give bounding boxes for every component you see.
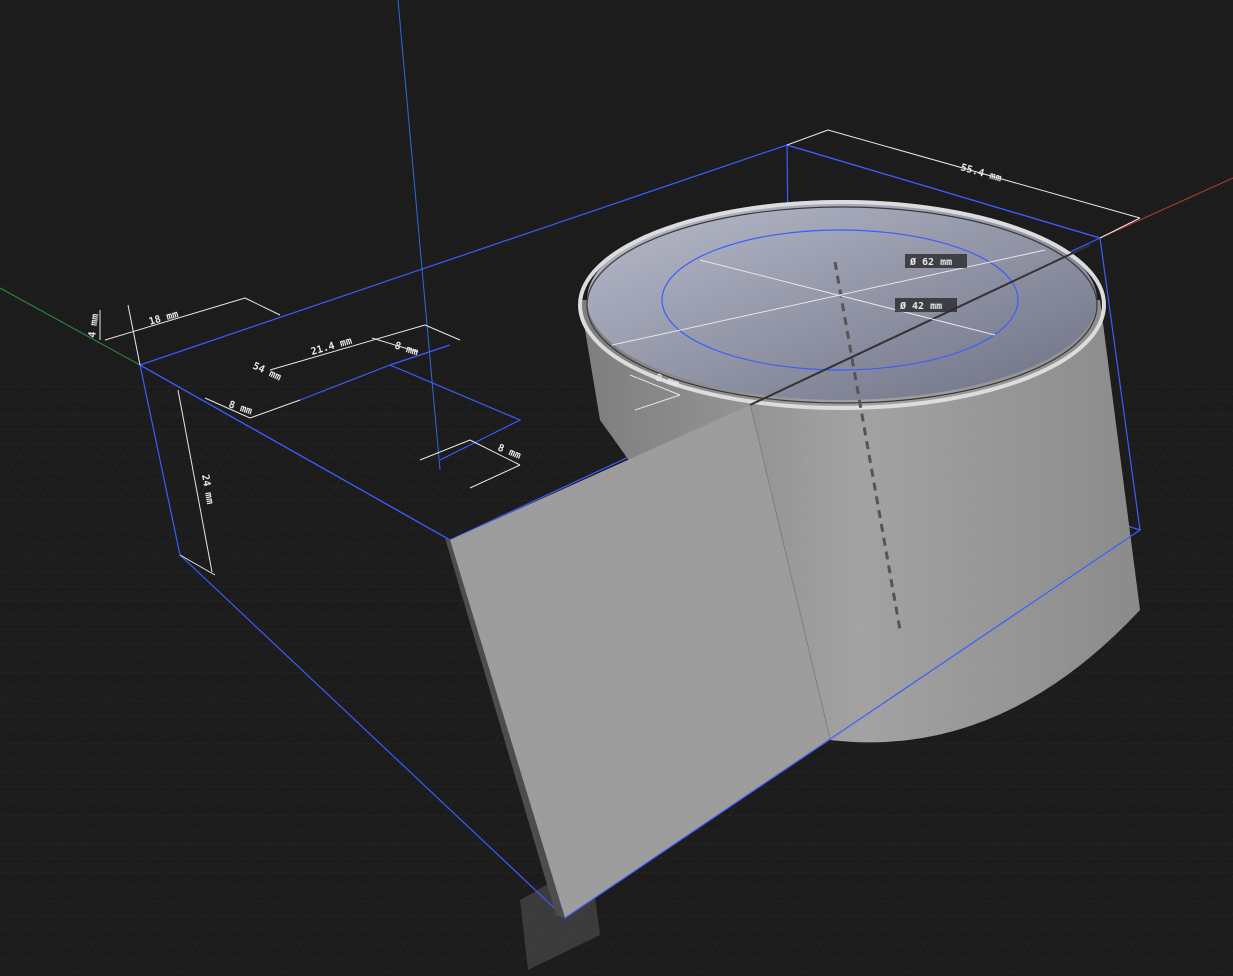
dim-inner-diameter-label: Ø 42 mm (899, 300, 942, 312)
dim-outer-diameter-label: Ø 62 mm (909, 256, 952, 268)
3d-viewport[interactable]: 55.4 mm Ø 62 mm Ø 42 mm 21.4 mm 8 mm 8 m… (0, 0, 1233, 976)
scene-canvas[interactable]: 55.4 mm Ø 62 mm Ø 42 mm 21.4 mm 8 mm 8 m… (0, 0, 1233, 976)
